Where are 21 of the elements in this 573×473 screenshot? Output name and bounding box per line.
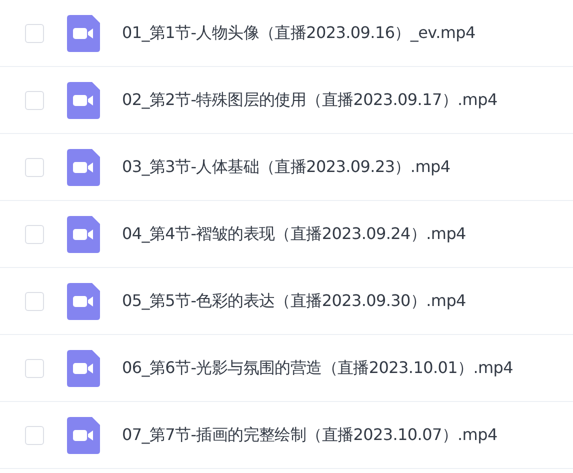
- checkbox[interactable]: [25, 24, 44, 42]
- file-name[interactable]: 04_第4节-褶皱的表现（直播2023.09.24）.mp4: [122, 224, 466, 244]
- video-file-icon: [67, 148, 100, 186]
- file-name[interactable]: 02_第2节-特殊图层的使用（直播2023.09.17）.mp4: [122, 90, 498, 110]
- file-name[interactable]: 05_第5节-色彩的表达（直播2023.09.30）.mp4: [122, 290, 466, 312]
- file-name[interactable]: 07_第7节-插画的完整绘制（直播2023.10.07）.mp4: [122, 424, 498, 446]
- file-name[interactable]: 03_第3节-人体基础（直播2023.09.23）.mp4: [122, 156, 450, 178]
- checkbox[interactable]: [25, 90, 44, 110]
- video-file-icon: [67, 350, 100, 386]
- file-name[interactable]: 01_第1节-人物头像（直播2023.09.16）_ev.mp4: [122, 22, 476, 44]
- video-file-icon: [67, 282, 100, 320]
- video-file-icon: [67, 216, 100, 252]
- checkbox[interactable]: [25, 292, 44, 310]
- file-name[interactable]: 06_第6节-光影与氛围的营造（直播2023.10.01）.mp4: [122, 358, 514, 378]
- checkbox[interactable]: [25, 158, 44, 176]
- video-file-icon: [67, 14, 100, 52]
- checkbox[interactable]: [25, 224, 44, 244]
- checkbox[interactable]: [25, 426, 44, 444]
- video-file-icon: [67, 82, 100, 118]
- video-file-icon: [67, 416, 100, 454]
- checkbox[interactable]: [25, 358, 44, 378]
